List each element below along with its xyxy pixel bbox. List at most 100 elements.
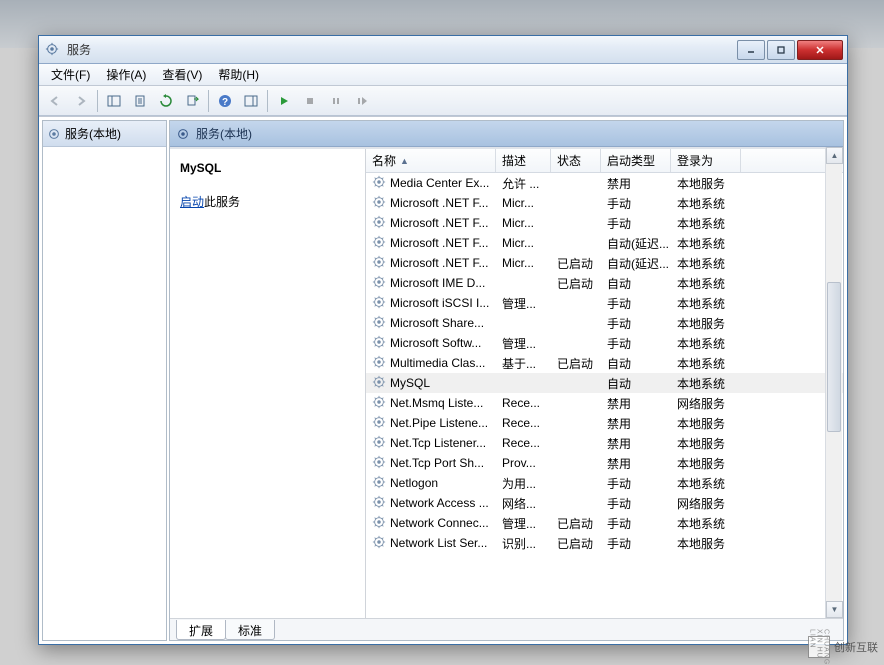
service-row[interactable]: Netlogon为用...手动本地系统: [366, 473, 843, 493]
service-row[interactable]: Media Center Ex...允许 ...禁用本地服务: [366, 173, 843, 193]
show-hide-action-button[interactable]: [239, 89, 263, 113]
export-button[interactable]: [180, 89, 204, 113]
maximize-button[interactable]: [767, 40, 795, 60]
refresh-button[interactable]: [154, 89, 178, 113]
scroll-up-button[interactable]: ▲: [826, 147, 843, 164]
cell-login: 本地系统: [671, 475, 741, 492]
col-desc[interactable]: 描述: [496, 149, 551, 172]
main-header: 服务(本地): [170, 121, 843, 147]
service-row[interactable]: Microsoft .NET F...Micr...手动本地系统: [366, 193, 843, 213]
start-service-button[interactable]: [272, 89, 296, 113]
cell-start: 禁用: [601, 395, 671, 412]
col-start-type[interactable]: 启动类型: [601, 149, 671, 172]
pause-service-button[interactable]: [324, 89, 348, 113]
gear-icon: [372, 215, 386, 232]
vertical-scrollbar[interactable]: ▲ ▼: [825, 147, 842, 618]
help-button[interactable]: ?: [213, 89, 237, 113]
cell-login: 本地服务: [671, 415, 741, 432]
scroll-thumb[interactable]: [827, 282, 841, 432]
list-rows: Media Center Ex...允许 ...禁用本地服务 Microsoft …: [366, 173, 843, 640]
properties-button[interactable]: [128, 89, 152, 113]
tab-extended[interactable]: 扩展: [176, 620, 226, 640]
main-header-title: 服务(本地): [196, 125, 252, 142]
col-login-as[interactable]: 登录为: [671, 149, 741, 172]
service-row[interactable]: Microsoft .NET F...Micr...手动本地系统: [366, 213, 843, 233]
service-row[interactable]: Net.Msmq Liste...Rece...禁用网络服务: [366, 393, 843, 413]
cell-name: MySQL: [366, 375, 496, 392]
menu-help[interactable]: 帮助(H): [210, 64, 267, 85]
tab-standard[interactable]: 标准: [225, 620, 275, 640]
cell-desc: Rece...: [496, 396, 551, 410]
forward-button[interactable]: [69, 89, 93, 113]
col-name[interactable]: 名称 ▲: [366, 149, 496, 172]
cell-name: Net.Tcp Listener...: [366, 435, 496, 452]
cell-login: 网络服务: [671, 495, 741, 512]
service-row[interactable]: Network Access ...网络...手动网络服务: [366, 493, 843, 513]
service-row[interactable]: Microsoft iSCSI I...管理...手动本地系统: [366, 293, 843, 313]
cell-login: 本地服务: [671, 535, 741, 552]
show-hide-tree-button[interactable]: [102, 89, 126, 113]
cell-desc: Micr...: [496, 196, 551, 210]
service-row[interactable]: Network Connec...管理...已启动手动本地系统: [366, 513, 843, 533]
menu-view[interactable]: 查看(V): [154, 64, 210, 85]
gear-icon: [372, 415, 386, 432]
cell-desc: 为用...: [496, 475, 551, 492]
watermark-text: 创新互联: [834, 639, 878, 655]
cell-start: 自动: [601, 275, 671, 292]
cell-name: Media Center Ex...: [366, 175, 496, 192]
cell-desc: 基于...: [496, 355, 551, 372]
service-row[interactable]: Microsoft .NET F...Micr...自动(延迟...本地系统: [366, 233, 843, 253]
titlebar: 服务: [39, 36, 847, 64]
cell-desc: Micr...: [496, 216, 551, 230]
gear-icon: [372, 495, 386, 512]
service-row[interactable]: Net.Pipe Listene...Rece...禁用本地服务: [366, 413, 843, 433]
cell-login: 本地系统: [671, 375, 741, 392]
menu-action[interactable]: 操作(A): [98, 64, 154, 85]
cell-desc: 管理...: [496, 335, 551, 352]
cell-start: 自动(延迟...: [601, 235, 671, 252]
cell-status: 已启动: [551, 255, 601, 272]
service-row[interactable]: Microsoft .NET F...Micr...已启动自动(延迟...本地系…: [366, 253, 843, 273]
cell-login: 本地系统: [671, 355, 741, 372]
cell-login: 本地服务: [671, 435, 741, 452]
gear-icon: [372, 315, 386, 332]
stop-service-button[interactable]: [298, 89, 322, 113]
main-panel: 服务(本地) MySQL 启动此服务 名称 ▲ 描述 状态 启动类型 登录为: [169, 120, 844, 641]
service-row[interactable]: Microsoft IME D...已启动自动本地系统: [366, 273, 843, 293]
list-header: 名称 ▲ 描述 状态 启动类型 登录为: [366, 149, 843, 173]
gear-icon: [372, 295, 386, 312]
watermark-logo: CHUANG XIN HU LIAN: [808, 636, 830, 658]
cell-start: 手动: [601, 195, 671, 212]
close-button[interactable]: [797, 40, 843, 60]
cell-start: 手动: [601, 335, 671, 352]
cell-desc: Rece...: [496, 436, 551, 450]
cell-name: Microsoft Softw...: [366, 335, 496, 352]
service-row[interactable]: Net.Tcp Port Sh...Prov...禁用本地服务: [366, 453, 843, 473]
cell-name: Multimedia Clas...: [366, 355, 496, 372]
minimize-button[interactable]: [737, 40, 765, 60]
gear-icon: [372, 175, 386, 192]
cell-name: Microsoft .NET F...: [366, 195, 496, 212]
gear-icon: [47, 127, 61, 141]
col-status[interactable]: 状态: [551, 149, 601, 172]
restart-service-button[interactable]: [350, 89, 374, 113]
service-row[interactable]: Microsoft Softw...管理...手动本地系统: [366, 333, 843, 353]
service-row[interactable]: Multimedia Clas...基于...已启动自动本地系统: [366, 353, 843, 373]
service-row[interactable]: Network List Ser...识别...已启动手动本地服务: [366, 533, 843, 553]
cell-name: Microsoft iSCSI I...: [366, 295, 496, 312]
cell-start: 手动: [601, 515, 671, 532]
scroll-down-button[interactable]: ▼: [826, 601, 843, 618]
start-link[interactable]: 启动: [180, 195, 204, 209]
cell-login: 本地系统: [671, 295, 741, 312]
tree-item-root[interactable]: 服务(本地): [43, 121, 166, 147]
cell-status: 已启动: [551, 515, 601, 532]
service-row[interactable]: MySQL自动本地系统: [366, 373, 843, 393]
cell-name: Netlogon: [366, 475, 496, 492]
service-row[interactable]: Microsoft Share...手动本地服务: [366, 313, 843, 333]
cell-start: 禁用: [601, 455, 671, 472]
service-row[interactable]: Net.Tcp Listener...Rece...禁用本地服务: [366, 433, 843, 453]
menu-file[interactable]: 文件(F): [43, 64, 98, 85]
gear-icon: [372, 195, 386, 212]
back-button[interactable]: [43, 89, 67, 113]
svg-text:?: ?: [222, 97, 228, 108]
